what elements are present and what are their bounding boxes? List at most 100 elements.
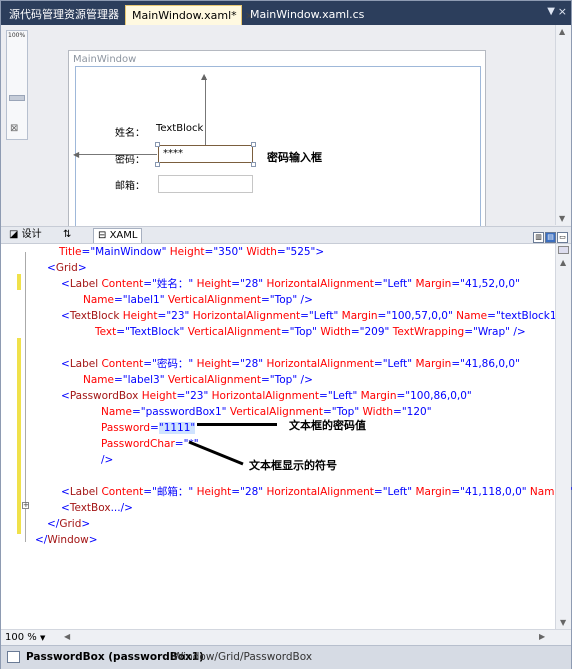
code-token: = bbox=[143, 278, 153, 290]
tab-mainwindow-xaml[interactable]: MainWindow.xaml* × bbox=[125, 5, 254, 25]
code-token: Height bbox=[166, 246, 205, 258]
code-line[interactable]: <Grid> bbox=[47, 260, 87, 276]
email-label[interactable]: 邮箱： bbox=[115, 177, 145, 192]
code-token: HorizontalAlignment bbox=[208, 390, 320, 402]
code-line[interactable]: <Label Content="邮箱：" Height="28" Horizon… bbox=[61, 484, 572, 500]
editor-zoom-select[interactable]: 100 % ▼ bbox=[5, 632, 45, 643]
code-line[interactable]: Name="passwordBox1" VerticalAlignment="T… bbox=[101, 404, 432, 420]
close-icon[interactable]: × bbox=[558, 5, 567, 18]
code-line[interactable]: Title="MainWindow" Height="350" Width="5… bbox=[59, 244, 324, 260]
code-token: "邮箱：" bbox=[152, 486, 194, 498]
code-line[interactable]: <Label Content="密码：" Height="28" Horizon… bbox=[61, 356, 520, 372]
change-marker bbox=[17, 274, 21, 290]
scroll-up-icon[interactable]: ▲ bbox=[559, 27, 565, 36]
resize-handle[interactable] bbox=[155, 142, 160, 147]
scroll-left-icon[interactable]: ◀ bbox=[64, 632, 70, 641]
split-mode-buttons: ▥ ▤ ▭ bbox=[532, 229, 568, 243]
code-line[interactable]: Name="label3" VerticalAlignment="Top" /> bbox=[83, 372, 313, 388]
code-token: = bbox=[113, 374, 123, 386]
resize-handle[interactable] bbox=[251, 142, 256, 147]
code-line[interactable]: Name="label1" VerticalAlignment="Top" /> bbox=[83, 292, 313, 308]
code-line[interactable]: <PasswordBox Height="23" HorizontalAlign… bbox=[61, 388, 472, 404]
code-token: PasswordBox bbox=[69, 390, 139, 402]
code-token: "textBlock1" bbox=[495, 310, 562, 322]
code-line[interactable]: </Window> bbox=[35, 532, 98, 548]
swap-panes-button[interactable]: ⇅ bbox=[59, 228, 75, 243]
code-token: Height bbox=[138, 390, 177, 402]
code-token: < bbox=[61, 278, 70, 290]
code-token: HorizontalAlignment bbox=[189, 310, 301, 322]
code-token: Name bbox=[101, 406, 132, 418]
code-line[interactable]: PasswordChar="*" bbox=[101, 436, 199, 452]
design-surface[interactable]: 100% ⊠ MainWindow 姓名： TextBlock 密码： ****… bbox=[1, 25, 571, 231]
collapse-pane-icon[interactable]: ▭ bbox=[557, 232, 568, 243]
code-token: Margin bbox=[357, 390, 397, 402]
tab-source-control-explorer[interactable]: 源代码管理资源管理器 bbox=[3, 5, 125, 25]
chevron-down-icon: ▼ bbox=[39, 634, 46, 642]
zoom-slider[interactable]: 100% ⊠ bbox=[6, 30, 28, 140]
name-label[interactable]: 姓名： bbox=[115, 124, 145, 139]
resize-handle[interactable] bbox=[251, 162, 256, 167]
chevron-down-icon[interactable]: ▼ bbox=[547, 6, 555, 17]
code-token: Label bbox=[69, 278, 99, 290]
password-box-preview[interactable]: **** bbox=[158, 145, 253, 163]
element-path[interactable]: Window/Grid/PasswordBox bbox=[173, 651, 312, 663]
fit-to-window-icon[interactable]: ⊠ bbox=[10, 123, 18, 134]
design-window[interactable]: MainWindow bbox=[68, 50, 486, 231]
scroll-right-icon[interactable]: ▶ bbox=[539, 632, 545, 641]
tab-label: 设计 bbox=[21, 229, 42, 240]
code-line[interactable]: <TextBlock Height="23" HorizontalAlignme… bbox=[61, 308, 561, 324]
editor-horizontal-scrollbar[interactable]: 100 % ▼ ◀ ▶ bbox=[1, 629, 571, 645]
password-mask: **** bbox=[163, 148, 183, 159]
code-token: "Top" bbox=[289, 326, 318, 338]
code-token: = bbox=[276, 246, 286, 258]
code-token: HorizontalAlignment bbox=[263, 486, 374, 498]
code-token: = bbox=[150, 422, 159, 434]
scroll-down-icon[interactable]: ▼ bbox=[559, 214, 565, 223]
code-token: Height bbox=[193, 358, 232, 370]
resize-handle[interactable] bbox=[155, 162, 160, 167]
horizontal-split-icon[interactable]: ▤ bbox=[545, 232, 556, 243]
tab-design[interactable]: ◪ 设计 bbox=[5, 228, 46, 243]
zoom-slider-handle[interactable] bbox=[9, 95, 25, 101]
code-token: "100,86,0,0" bbox=[405, 390, 472, 402]
margin-top-adorner bbox=[205, 77, 206, 145]
swap-icon: ⇅ bbox=[63, 229, 72, 240]
code-token: < bbox=[61, 390, 70, 402]
code-token: "TextBlock" bbox=[125, 326, 185, 338]
code-line[interactable]: <TextBox.../> bbox=[61, 500, 133, 516]
tab-mainwindow-xaml-cs[interactable]: MainWindow.xaml.cs bbox=[244, 5, 370, 25]
code-line[interactable]: <Label Content="姓名：" Height="28" Horizon… bbox=[61, 276, 520, 292]
designer-vertical-scrollbar[interactable]: ▲ ▼ bbox=[555, 25, 571, 225]
code-token: = bbox=[373, 278, 383, 290]
code-token: < bbox=[47, 262, 56, 274]
scroll-up-icon[interactable]: ▲ bbox=[560, 258, 566, 267]
email-textbox-preview[interactable] bbox=[158, 175, 253, 193]
code-line[interactable]: /> bbox=[101, 452, 113, 468]
code-line[interactable]: Text="TextBlock" VerticalAlignment="Top"… bbox=[95, 324, 526, 340]
code-token: = bbox=[157, 310, 167, 322]
code-token: < bbox=[61, 486, 70, 498]
code-token: "100,57,0,0" bbox=[386, 310, 453, 322]
code-token: Name bbox=[452, 310, 488, 322]
code-token: Password bbox=[101, 422, 151, 434]
code-token: </ bbox=[35, 534, 48, 546]
code-token: "Left" bbox=[327, 390, 358, 402]
zoom-label: 100% bbox=[8, 32, 26, 39]
code-token: TextWrapping bbox=[389, 326, 465, 338]
vertical-split-icon[interactable]: ▥ bbox=[533, 232, 544, 243]
textblock-preview[interactable]: TextBlock bbox=[156, 123, 203, 134]
split-handle[interactable] bbox=[558, 246, 569, 254]
tab-xaml[interactable]: ⊟ XAML bbox=[93, 228, 143, 243]
expand-icon[interactable]: + bbox=[22, 502, 29, 509]
xaml-editor[interactable]: + Title="MainWindow" Height="350" Width=… bbox=[1, 244, 572, 629]
code-token: "23" bbox=[166, 310, 190, 322]
scroll-down-icon[interactable]: ▼ bbox=[560, 618, 566, 627]
code-token: /> bbox=[101, 454, 114, 466]
password-annotation: 密码输入框 bbox=[267, 151, 322, 164]
editor-vertical-scrollbar[interactable]: ▲ ▼ bbox=[555, 244, 571, 629]
password-char-annotation: 文本框显示的符号 bbox=[249, 459, 337, 472]
element-icon bbox=[7, 651, 20, 663]
code-line[interactable]: Password="1111" bbox=[101, 420, 196, 436]
code-line[interactable]: </Grid> bbox=[47, 516, 90, 532]
